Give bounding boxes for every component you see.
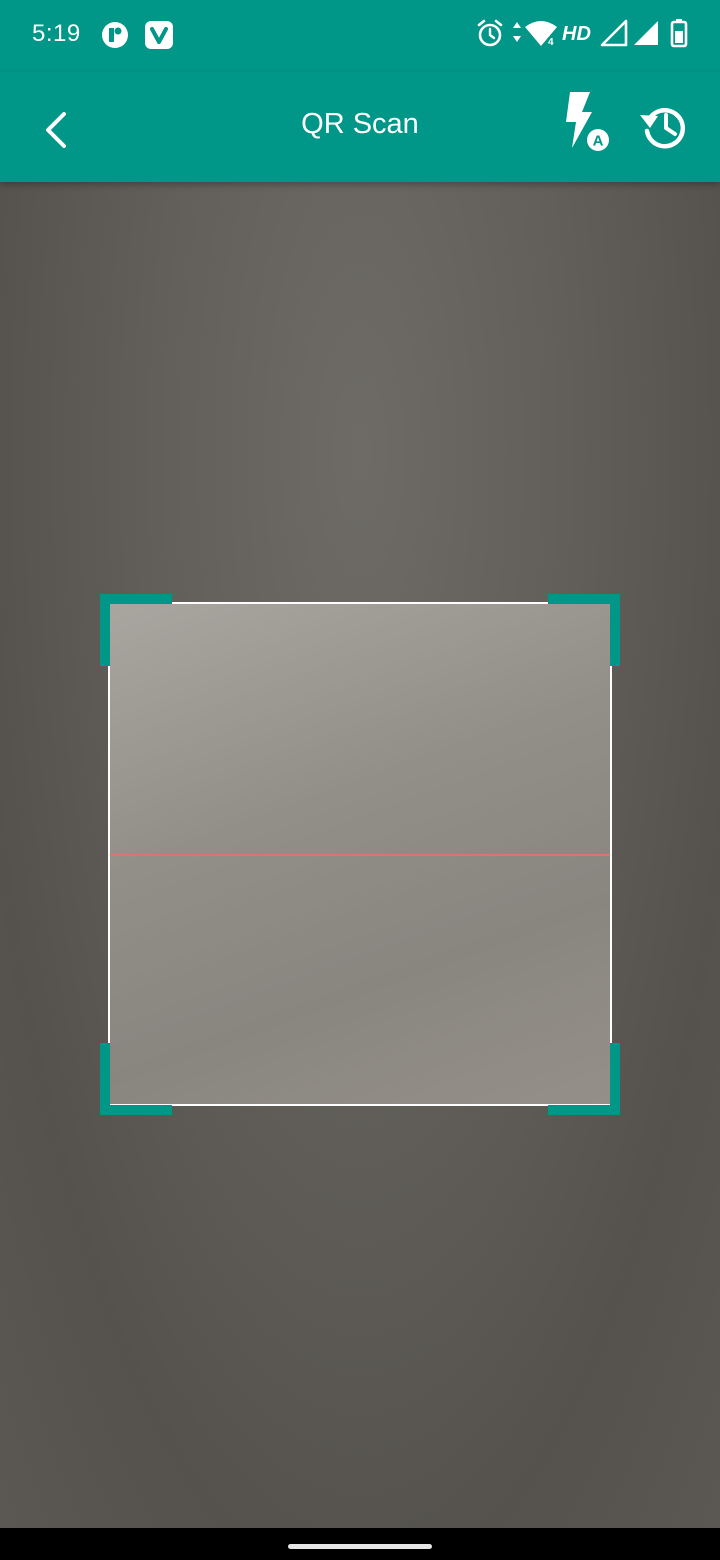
flash-auto-button[interactable]: A <box>558 90 618 154</box>
flash-auto-badge: A <box>593 133 604 150</box>
vivaldi-icon <box>145 21 173 49</box>
navigation-bar <box>0 1528 720 1560</box>
scan-corner-bottom-right <box>548 1043 620 1115</box>
scan-corner-bottom-left <box>100 1043 172 1115</box>
wifi-icon: 4 <box>525 21 557 48</box>
scan-corner-top-left <box>100 594 172 666</box>
status-time: 5:19 <box>32 20 81 47</box>
status-bar: 5:19 4 HD <box>0 0 720 72</box>
svg-text:4: 4 <box>548 37 554 48</box>
scan-frame <box>108 602 612 1106</box>
home-gesture-handle[interactable] <box>288 1544 432 1549</box>
network-type-label: HD <box>562 23 591 45</box>
app-notification-icon <box>102 22 128 48</box>
alarm-icon <box>477 19 503 47</box>
signal-icon <box>634 21 658 45</box>
battery-icon <box>670 19 688 48</box>
history-icon <box>640 108 686 149</box>
app-bar: QR Scan A <box>0 72 720 182</box>
scan-corner-top-right <box>548 594 620 666</box>
qr-scan-screen: 5:19 4 HD QR Scan A <box>0 0 720 1560</box>
flash-auto-icon: A <box>566 92 609 151</box>
history-button[interactable] <box>636 98 694 156</box>
signal-icon <box>600 19 628 47</box>
data-arrows-icon <box>513 22 521 42</box>
scan-line <box>110 854 610 856</box>
